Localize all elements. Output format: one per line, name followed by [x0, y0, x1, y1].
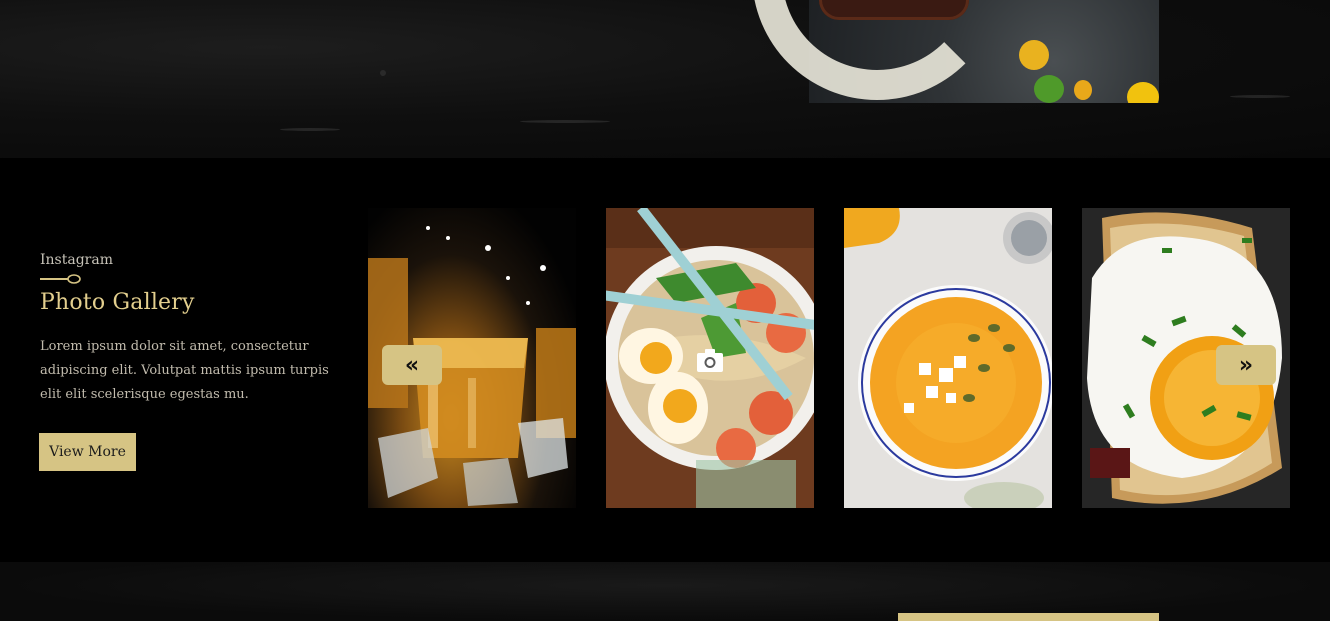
gallery-intro: Instagram Photo Gallery Lorem ipsum dolo… [40, 252, 350, 407]
gallery-tile-soup[interactable] [844, 208, 1052, 508]
double-chevron-left-icon: « [404, 352, 420, 378]
double-chevron-right-icon: » [1238, 352, 1254, 378]
camera-icon [697, 349, 723, 372]
section-description: Lorem ipsum dolor sit amet, consectetur … [40, 339, 329, 402]
texture-speck [520, 120, 610, 123]
pepper-shape [1034, 75, 1064, 103]
view-more-button[interactable]: View More [39, 433, 136, 471]
texture-speck [280, 128, 340, 131]
carousel-prev-button[interactable]: « [382, 345, 442, 385]
gold-accent-bar [898, 613, 1159, 621]
pepper-shape [1019, 40, 1049, 70]
pepper-shape [1074, 80, 1092, 100]
section-title: Photo Gallery [40, 290, 195, 315]
carousel-next-button[interactable]: » [1216, 345, 1276, 385]
section-eyebrow: Instagram [40, 252, 113, 268]
spoon-divider-icon [40, 274, 81, 284]
texture-speck [380, 70, 386, 76]
pumpkin-soup-image [844, 208, 1052, 508]
texture-speck [1230, 95, 1290, 98]
pepper-shape [1127, 82, 1159, 103]
